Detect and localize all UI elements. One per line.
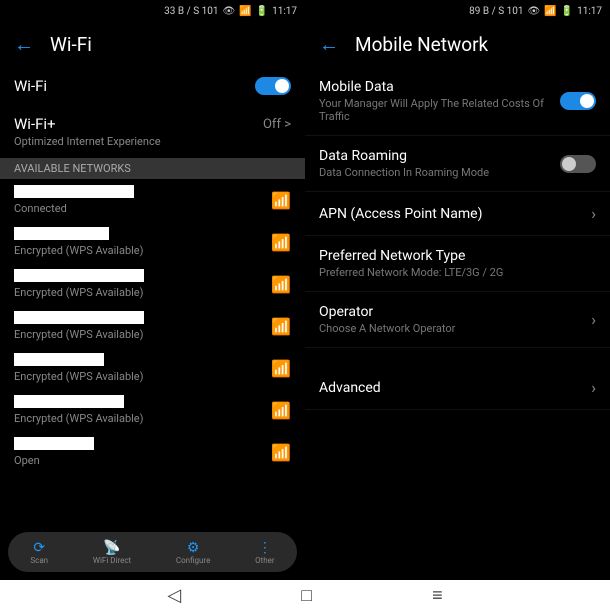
pref-label: Preferred Network Type [319,248,596,264]
page-title: Mobile Network [355,33,488,56]
wifi-label: Wi-Fi [14,77,255,95]
wifi-signal-icon: 📶 [271,233,291,252]
chevron-right-icon: › [591,310,596,329]
wifi-plus-state: Off > [263,117,291,132]
network-status: Open [14,454,271,467]
ssid-redacted [14,185,134,198]
status-bar: 89 B / S 101 👁 📶 🔋 11:17 [305,0,610,22]
network-status: Connected [14,202,271,215]
preferred-network-row[interactable]: Preferred Network Type Preferred Network… [305,236,610,292]
network-status: Encrypted (WPS Available) [14,328,271,341]
apn-row[interactable]: APN (Access Point Name) › [305,192,610,236]
wifi-plus-label: Wi-Fi+ [14,115,263,133]
operator-label: Operator [319,304,591,320]
status-left: 89 B / S 101 [469,6,523,17]
eye-icon: 👁 [222,6,235,17]
wifi-toggle-row[interactable]: Wi-Fi [0,67,305,105]
ssid-redacted [14,437,94,450]
network-item[interactable]: Encrypted (WPS Available) 📶 [0,263,305,305]
status-bar: 33 B / S 101 👁 📶 🔋 11:17 [0,0,305,22]
mobile-data-desc: Your Manager Will Apply The Related Cost… [319,97,560,123]
ssid-redacted [14,353,104,366]
ssid-redacted [14,269,144,282]
mobile-data-row[interactable]: Mobile Data Your Manager Will Apply The … [305,67,610,136]
network-status: Encrypted (WPS Available) [14,286,271,299]
android-nav-bar: ◁ □ ≡ [0,580,610,610]
ssid-redacted [14,395,124,408]
network-item[interactable]: Connected 📶 [0,179,305,221]
network-item[interactable]: Encrypted (WPS Available) 📶 [0,221,305,263]
network-item[interactable]: Encrypted (WPS Available) 📶 [0,389,305,431]
battery-icon: 🔋 [256,6,268,17]
wifi-toggle[interactable] [255,77,291,95]
network-status: Encrypted (WPS Available) [14,244,271,257]
bottom-action-bar: ⟳Scan 📡WiFi Direct ⚙Configure ⋮Other [8,532,297,572]
roaming-label: Data Roaming [319,148,560,164]
mobile-data-toggle[interactable] [560,92,596,110]
scan-icon: ⟳ [33,540,45,556]
chevron-right-icon: › [591,378,596,397]
wifi-signal-icon: 📶 [271,275,291,294]
ssid-redacted [14,227,109,240]
network-item[interactable]: Encrypted (WPS Available) 📶 [0,305,305,347]
gear-icon: ⚙ [187,540,200,556]
status-time: 11:17 [272,6,297,17]
mobile-data-label: Mobile Data [319,79,560,95]
wifi-signal-icon: 📶 [271,359,291,378]
wifi-signal-icon: 📶 [271,443,291,462]
wifi-signal-icon: 📶 [271,191,291,210]
status-time: 11:17 [577,6,602,17]
battery-icon: 🔋 [561,6,573,17]
back-icon[interactable]: ← [14,32,34,57]
advanced-row[interactable]: Advanced › [305,366,610,410]
back-icon[interactable]: ← [319,32,339,57]
network-item[interactable]: Encrypted (WPS Available) 📶 [0,347,305,389]
wifi-direct-icon: 📡 [103,540,120,556]
more-icon: ⋮ [258,540,272,556]
data-roaming-row[interactable]: Data Roaming Data Connection In Roaming … [305,136,610,192]
header: ← Wi-Fi [0,22,305,67]
status-left: 33 B / S 101 [164,6,218,17]
wifi-plus-row[interactable]: Wi-Fi+ Off > Optimized Internet Experien… [0,105,305,158]
signal-icon: 📶 [239,6,251,17]
roaming-toggle[interactable] [560,155,596,173]
signal-icon: 📶 [544,6,556,17]
advanced-label: Advanced [319,380,591,396]
nav-back-icon[interactable]: ◁ [167,585,181,606]
network-status: Encrypted (WPS Available) [14,370,271,383]
other-button[interactable]: ⋮Other [255,540,274,565]
network-status: Encrypted (WPS Available) [14,412,271,425]
wifi-direct-button[interactable]: 📡WiFi Direct [93,540,131,565]
page-title: Wi-Fi [50,33,92,56]
chevron-right-icon: › [591,204,596,223]
header: ← Mobile Network [305,22,610,67]
eye-icon: 👁 [527,6,540,17]
roaming-desc: Data Connection In Roaming Mode [319,166,560,179]
ssid-redacted [14,311,144,324]
wifi-plus-sub: Optimized Internet Experience [14,135,161,148]
pref-desc: Preferred Network Mode: LTE/3G / 2G [319,266,596,279]
scan-button[interactable]: ⟳Scan [30,540,48,565]
network-item[interactable]: Open 📶 [0,431,305,473]
operator-desc: Choose A Network Operator [319,322,591,335]
operator-row[interactable]: Operator Choose A Network Operator › [305,292,610,348]
nav-recent-icon[interactable]: ≡ [432,585,443,606]
available-networks-header: AVAILABLE NETWORKS [0,158,305,179]
wifi-signal-icon: 📶 [271,401,291,420]
apn-label: APN (Access Point Name) [319,206,591,222]
nav-home-icon[interactable]: □ [301,585,312,606]
configure-button[interactable]: ⚙Configure [176,540,210,565]
wifi-signal-icon: 📶 [271,317,291,336]
